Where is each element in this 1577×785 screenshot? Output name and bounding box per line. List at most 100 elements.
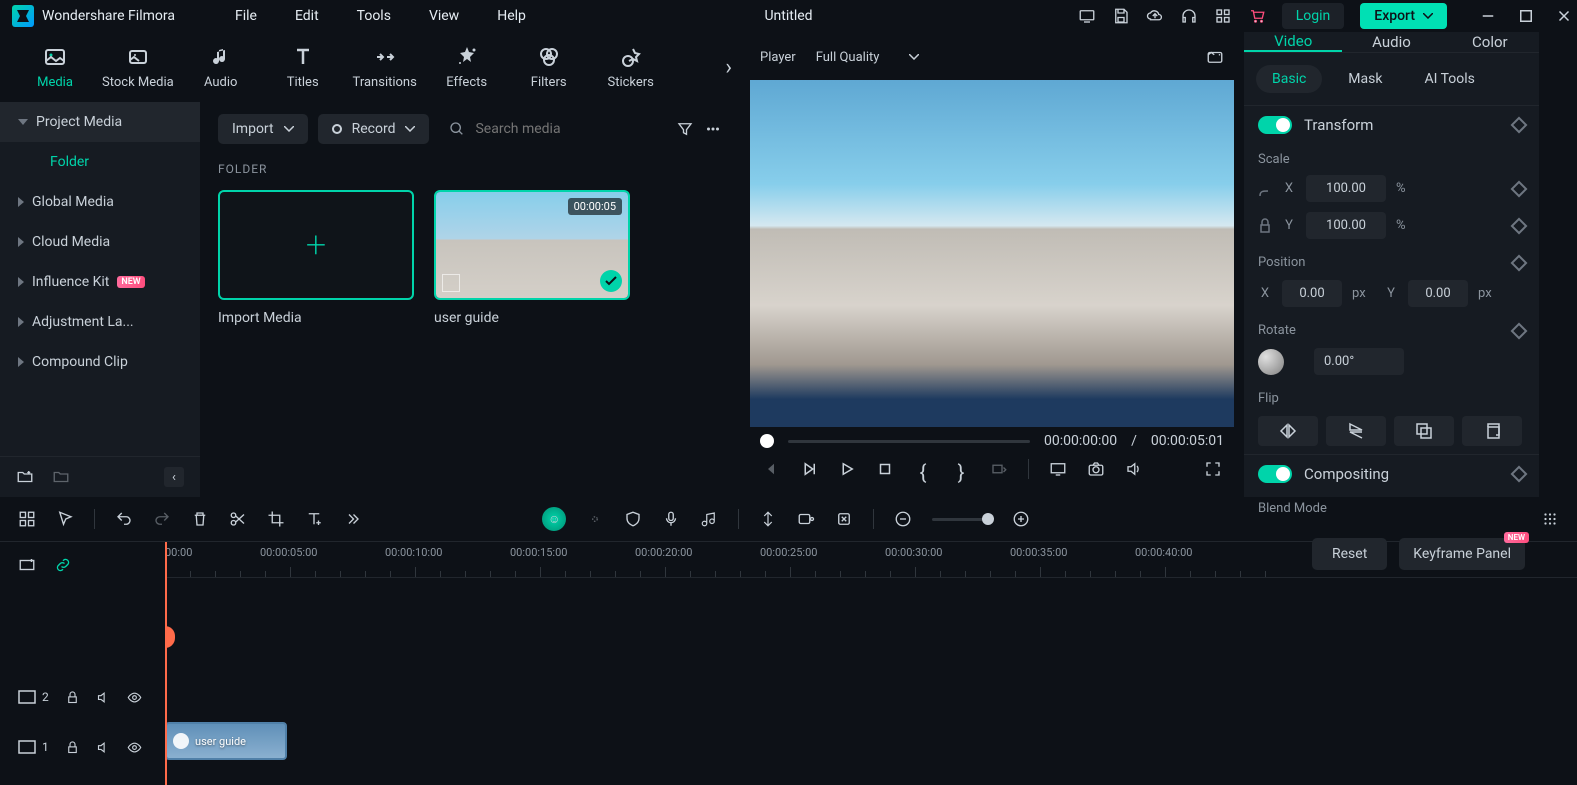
sidebar-item-influence-kit[interactable]: Influence KitNEW xyxy=(0,262,200,302)
clip-view-icon[interactable] xyxy=(990,460,1008,478)
visibility-icon[interactable] xyxy=(127,740,142,755)
import-dropdown[interactable]: Import xyxy=(218,114,308,144)
search-input[interactable] xyxy=(475,121,656,137)
zoom-slider[interactable] xyxy=(932,518,992,521)
compositing-toggle[interactable] xyxy=(1258,465,1292,483)
save-icon[interactable] xyxy=(1112,7,1130,25)
tab-transitions[interactable]: Transitions xyxy=(350,45,420,90)
tab-effects[interactable]: Effects xyxy=(432,45,502,90)
sidebar-item-cloud-media[interactable]: Cloud Media xyxy=(0,222,200,262)
sparkle-icon[interactable] xyxy=(586,510,604,528)
speed-icon[interactable] xyxy=(797,510,815,528)
scale-x-input[interactable] xyxy=(1306,175,1386,202)
mic-icon[interactable] xyxy=(662,510,680,528)
play-pause-icon[interactable] xyxy=(800,460,818,478)
text-icon[interactable] xyxy=(305,510,323,528)
mute-track-icon[interactable] xyxy=(96,690,111,705)
mark-in-icon[interactable]: { xyxy=(914,460,932,478)
ai-icon[interactable]: ☺ xyxy=(542,507,566,531)
flip-vertical-button[interactable] xyxy=(1326,416,1386,446)
flip-horizontal-button[interactable] xyxy=(1258,416,1318,446)
prop-tab-audio[interactable]: Audio xyxy=(1342,32,1440,52)
volume-icon[interactable] xyxy=(1125,460,1143,478)
rotate-knob[interactable] xyxy=(1258,349,1284,375)
tab-stock-media[interactable]: Stock Media xyxy=(102,45,174,90)
stop-icon[interactable] xyxy=(876,460,894,478)
timeline-ruler[interactable]: 00:00 00:00:05:00 00:00:10:00 00:00:15:0… xyxy=(165,542,1577,578)
export-button[interactable]: Export xyxy=(1360,3,1447,29)
mute-track-icon[interactable] xyxy=(96,740,111,755)
display-icon[interactable] xyxy=(1049,460,1067,478)
close-icon[interactable] xyxy=(1555,7,1573,25)
keyframe-diamond-icon[interactable] xyxy=(1511,180,1528,197)
scale-y-input[interactable] xyxy=(1306,212,1386,239)
tabs-more-icon[interactable]: › xyxy=(725,55,732,80)
filter-icon[interactable] xyxy=(676,120,694,138)
tab-audio[interactable]: Audio xyxy=(186,45,256,90)
menu-tools[interactable]: Tools xyxy=(357,8,391,24)
device-icon[interactable] xyxy=(1078,7,1096,25)
prop-tab-video[interactable]: Video xyxy=(1244,32,1342,52)
flip-both-button[interactable] xyxy=(1394,416,1454,446)
delete-icon[interactable] xyxy=(191,510,209,528)
menu-file[interactable]: File xyxy=(235,8,257,24)
keyframe-diamond-icon[interactable] xyxy=(1511,117,1528,134)
transform-toggle[interactable] xyxy=(1258,116,1292,134)
sidebar-item-folder[interactable]: Folder xyxy=(0,142,200,182)
seek-bar[interactable]: 00:00:00:00 / 00:00:05:01 xyxy=(750,433,1234,449)
redo-icon[interactable] xyxy=(153,510,171,528)
prev-frame-icon[interactable] xyxy=(762,460,780,478)
more-icon[interactable] xyxy=(704,120,722,138)
track-2[interactable] xyxy=(165,666,1577,716)
grid-dots-icon[interactable] xyxy=(1541,510,1559,528)
mark-out-icon[interactable]: } xyxy=(952,460,970,478)
folder-icon[interactable] xyxy=(52,468,70,486)
sidebar-item-project-media[interactable]: Project Media xyxy=(0,102,200,142)
search-bar[interactable] xyxy=(439,121,666,137)
compositing-section[interactable]: Compositing xyxy=(1244,454,1539,493)
camera-icon[interactable] xyxy=(1087,460,1105,478)
new-folder-icon[interactable] xyxy=(16,468,34,486)
track-1[interactable]: user guide xyxy=(165,716,1577,766)
menu-help[interactable]: Help xyxy=(497,8,526,24)
link-track-icon[interactable] xyxy=(54,556,72,574)
flip-copy-button[interactable] xyxy=(1462,416,1522,446)
snapshot-icon[interactable] xyxy=(1206,48,1224,66)
seek-handle[interactable] xyxy=(760,434,774,448)
zoom-out-icon[interactable] xyxy=(894,510,912,528)
preview-viewport[interactable] xyxy=(750,80,1234,427)
quality-dropdown[interactable]: Full Quality xyxy=(816,50,920,65)
track-header-1[interactable]: 1 xyxy=(0,722,165,772)
tab-filters[interactable]: Filters xyxy=(514,45,584,90)
cloud-icon[interactable] xyxy=(1146,7,1164,25)
import-media-tile[interactable]: + Import Media xyxy=(218,190,414,326)
record-dropdown[interactable]: Record xyxy=(318,114,430,144)
seek-track[interactable] xyxy=(788,440,1030,443)
crop-icon[interactable] xyxy=(267,510,285,528)
beat-icon[interactable] xyxy=(759,510,777,528)
more-tools-icon[interactable] xyxy=(343,510,361,528)
position-y-input[interactable] xyxy=(1408,280,1468,307)
zoom-in-icon[interactable] xyxy=(1012,510,1030,528)
menu-edit[interactable]: Edit xyxy=(295,8,319,24)
apps-icon[interactable] xyxy=(1214,7,1232,25)
minimize-icon[interactable] xyxy=(1479,7,1497,25)
position-x-input[interactable] xyxy=(1282,280,1342,307)
lock-track-icon[interactable] xyxy=(65,740,80,755)
grid-view-icon[interactable] xyxy=(18,510,36,528)
music-icon[interactable] xyxy=(700,510,718,528)
split-icon[interactable] xyxy=(229,510,247,528)
marker-icon[interactable] xyxy=(835,510,853,528)
track-header-2[interactable]: 2 xyxy=(0,672,165,722)
keyframe-diamond-icon[interactable] xyxy=(1511,466,1528,483)
timeline-tracks[interactable]: 00:00 00:00:05:00 00:00:10:00 00:00:15:0… xyxy=(165,542,1577,785)
sidebar-item-adjustment-layer[interactable]: Adjustment La... xyxy=(0,302,200,342)
shield-icon[interactable] xyxy=(624,510,642,528)
prop-tab-color[interactable]: Color xyxy=(1441,32,1539,52)
visibility-icon[interactable] xyxy=(127,690,142,705)
fullscreen-icon[interactable] xyxy=(1204,460,1222,478)
lock-icon[interactable] xyxy=(1258,217,1272,235)
media-clip-tile[interactable]: 00:00:05 user guide xyxy=(434,190,630,326)
sidebar-item-compound-clip[interactable]: Compound Clip xyxy=(0,342,200,382)
menu-view[interactable]: View xyxy=(429,8,459,24)
